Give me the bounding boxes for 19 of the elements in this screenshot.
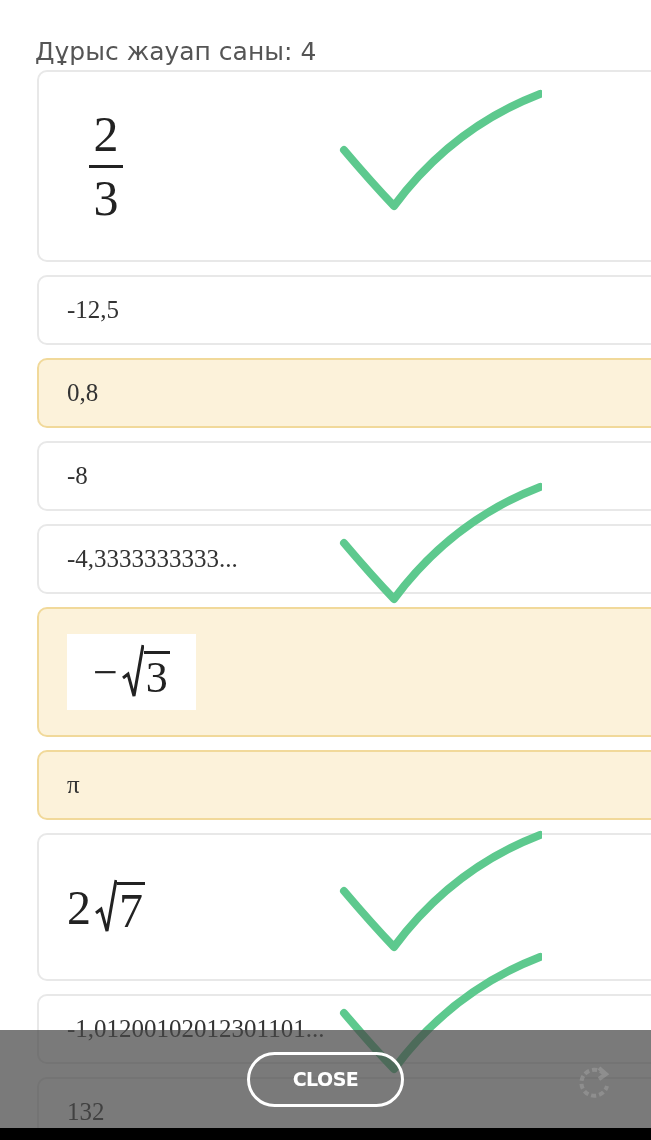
option-text: -4,3333333333... <box>67 545 238 573</box>
answer-option[interactable]: -4,3333333333... <box>37 524 651 594</box>
option-text: π <box>67 771 80 799</box>
option-text: 0,8 <box>67 379 99 407</box>
math-expression: − 3 <box>67 634 196 710</box>
correct-answers-count: Дұрыс жауап саны: 4 <box>34 36 318 68</box>
answer-option[interactable]: -8 <box>37 441 651 511</box>
answer-option[interactable]: 2 3 <box>37 70 651 262</box>
answer-option[interactable]: − 3 <box>37 607 651 737</box>
option-text: -12,5 <box>67 296 120 324</box>
close-button[interactable]: CLOSE <box>247 1051 404 1107</box>
option-text: -8 <box>67 462 88 490</box>
fraction: 2 3 <box>89 108 123 224</box>
answer-option[interactable]: 2 7 <box>37 833 651 981</box>
math-expression: 2 7 <box>67 879 145 935</box>
answer-option[interactable]: π <box>37 750 651 820</box>
answer-option[interactable]: -12,5 <box>37 275 651 345</box>
answer-option[interactable]: 0,8 <box>37 358 651 428</box>
option-text: 132 <box>67 1098 105 1126</box>
